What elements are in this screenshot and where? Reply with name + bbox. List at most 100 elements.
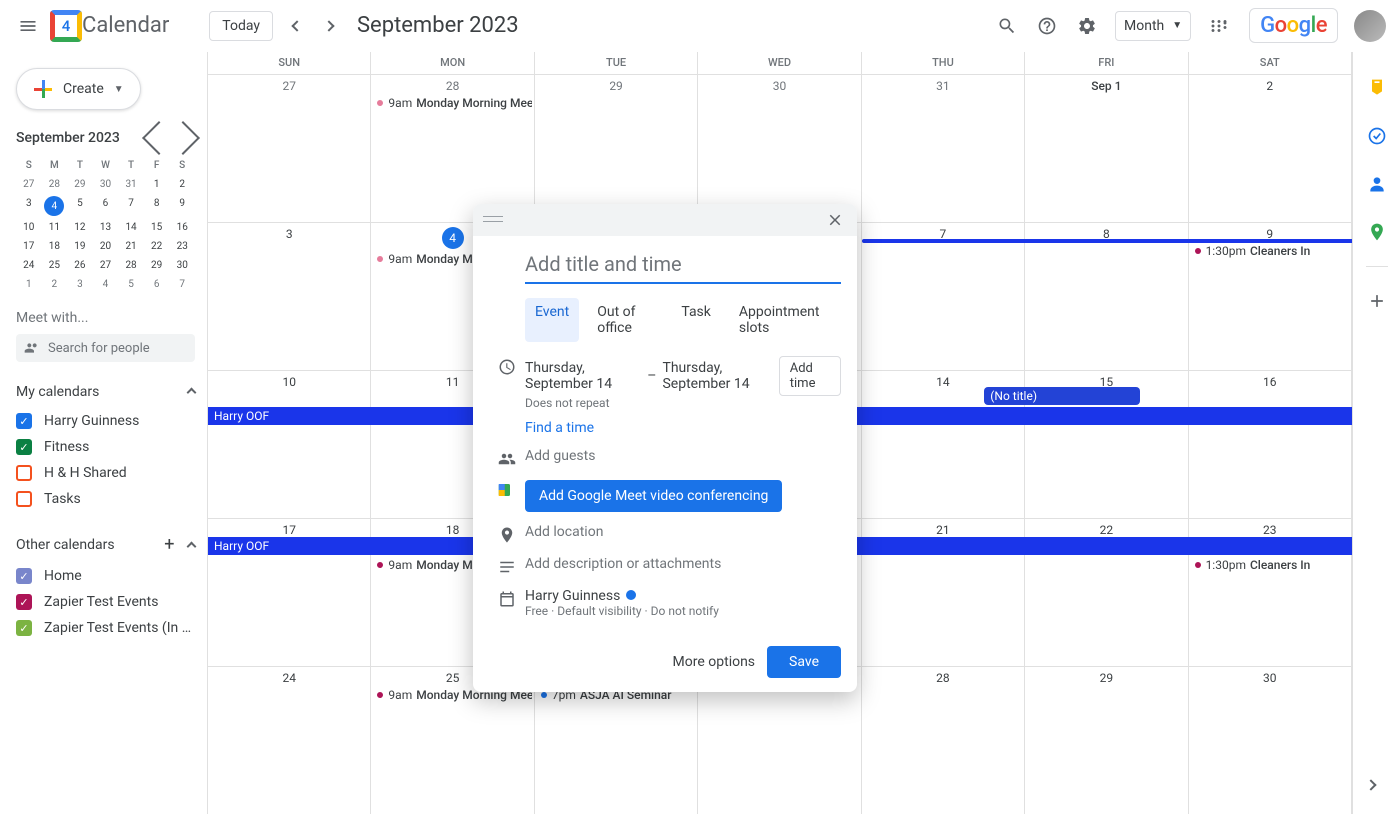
- google-logo[interactable]: Google: [1249, 8, 1338, 43]
- add-calendar-button[interactable]: +: [164, 534, 174, 555]
- day-cell[interactable]: 7: [862, 223, 1025, 370]
- close-icon[interactable]: [821, 206, 849, 234]
- mini-day[interactable]: 14: [118, 218, 144, 237]
- mini-day[interactable]: 13: [93, 218, 119, 237]
- calendar-checkbox[interactable]: ✓: [16, 439, 32, 455]
- event-chip[interactable]: 1:30pmCleaners In: [1191, 243, 1349, 259]
- add-meet-button[interactable]: Add Google Meet video conferencing: [525, 480, 782, 512]
- view-selector[interactable]: Month ▼: [1115, 11, 1191, 41]
- calendar-checkbox[interactable]: ✓: [16, 413, 32, 429]
- mini-day[interactable]: 27: [93, 256, 119, 275]
- day-cell[interactable]: 10: [208, 371, 371, 518]
- app-logo[interactable]: 4 Calendar: [50, 10, 169, 42]
- event-type-tab[interactable]: Event: [525, 298, 579, 342]
- tasks-icon[interactable]: [1367, 126, 1387, 146]
- event-visibility[interactable]: Free · Default visibility · Do not notif…: [525, 604, 841, 618]
- mini-day[interactable]: 11: [42, 218, 68, 237]
- mini-day[interactable]: 21: [118, 237, 144, 256]
- add-location-field[interactable]: Add location: [525, 524, 841, 540]
- create-button[interactable]: Create ▼: [16, 68, 141, 110]
- day-cell[interactable]: 16: [1189, 371, 1352, 518]
- mini-calendar[interactable]: SMTWTFS272829303112345678910111213141516…: [16, 156, 195, 294]
- mini-day[interactable]: 16: [169, 218, 195, 237]
- day-cell[interactable]: 2: [1189, 75, 1352, 222]
- event-type-tab[interactable]: Task: [671, 298, 721, 342]
- mini-day[interactable]: 25: [42, 256, 68, 275]
- day-cell[interactable]: 27: [208, 75, 371, 222]
- day-cell[interactable]: 30: [698, 75, 861, 222]
- mini-day[interactable]: 24: [16, 256, 42, 275]
- find-time-link[interactable]: Find a time: [525, 420, 594, 436]
- calendar-item[interactable]: Tasks: [16, 486, 195, 512]
- day-cell[interactable]: 29: [1025, 667, 1188, 814]
- settings-icon[interactable]: [1067, 6, 1107, 46]
- mini-day[interactable]: 8: [144, 194, 170, 218]
- mini-day[interactable]: 30: [93, 175, 119, 194]
- mini-day[interactable]: 22: [144, 237, 170, 256]
- calendar-checkbox[interactable]: [16, 465, 32, 481]
- mini-next-button[interactable]: [171, 126, 195, 150]
- day-cell[interactable]: 31: [862, 75, 1025, 222]
- event-title-input[interactable]: [525, 246, 841, 284]
- next-month-button[interactable]: [313, 10, 345, 42]
- add-description-field[interactable]: Add description or attachments: [525, 556, 841, 572]
- mini-day[interactable]: 3: [16, 194, 42, 218]
- day-cell[interactable]: 24: [208, 667, 371, 814]
- mini-day[interactable]: 2: [169, 175, 195, 194]
- mini-day[interactable]: 31: [118, 175, 144, 194]
- search-people-input[interactable]: Search for people: [16, 334, 195, 362]
- calendar-item[interactable]: ✓Harry Guinness: [16, 408, 195, 434]
- mini-day[interactable]: 20: [93, 237, 119, 256]
- mini-day[interactable]: 27: [16, 175, 42, 194]
- multiday-event[interactable]: (No title): [984, 387, 1139, 405]
- calendar-checkbox[interactable]: ✓: [16, 620, 32, 636]
- maps-icon[interactable]: [1367, 222, 1387, 242]
- prev-month-button[interactable]: [281, 10, 313, 42]
- menu-icon[interactable]: [8, 6, 48, 46]
- event-chip[interactable]: 1:30pmCleaners In: [1191, 557, 1349, 573]
- mini-day[interactable]: 6: [93, 194, 119, 218]
- mini-day[interactable]: 3: [67, 275, 93, 294]
- mini-day[interactable]: 29: [144, 256, 170, 275]
- mini-day[interactable]: 29: [67, 175, 93, 194]
- mini-day[interactable]: 7: [118, 194, 144, 218]
- day-cell[interactable]: 30: [1189, 667, 1352, 814]
- account-avatar[interactable]: [1354, 10, 1386, 42]
- day-cell[interactable]: Sep 1: [1025, 75, 1188, 222]
- day-cell[interactable]: 3: [208, 223, 371, 370]
- mini-day[interactable]: 28: [118, 256, 144, 275]
- calendar-item[interactable]: H & H Shared: [16, 460, 195, 486]
- mini-day[interactable]: 30: [169, 256, 195, 275]
- event-type-tab[interactable]: Appointment slots: [729, 298, 833, 342]
- calendar-item[interactable]: ✓Fitness: [16, 434, 195, 460]
- mini-day[interactable]: 5: [67, 194, 93, 218]
- help-icon[interactable]: [1027, 6, 1067, 46]
- add-guests-field[interactable]: Add guests: [525, 448, 841, 464]
- mini-day[interactable]: 19: [67, 237, 93, 256]
- calendar-item[interactable]: ✓Zapier Test Events (In Pur...: [16, 615, 195, 641]
- save-button[interactable]: Save: [767, 646, 841, 678]
- mini-day[interactable]: 2: [42, 275, 68, 294]
- collapse-panel-button[interactable]: [1367, 774, 1387, 794]
- mini-day[interactable]: 18: [42, 237, 68, 256]
- today-button[interactable]: Today: [209, 11, 273, 41]
- mini-day[interactable]: 28: [42, 175, 68, 194]
- mini-day[interactable]: 4: [93, 275, 119, 294]
- mini-day[interactable]: 1: [144, 175, 170, 194]
- mini-day[interactable]: 26: [67, 256, 93, 275]
- add-time-button[interactable]: Add time: [779, 356, 841, 396]
- start-date[interactable]: Thursday, September 14: [525, 360, 641, 392]
- mini-day[interactable]: 5: [118, 275, 144, 294]
- mini-day[interactable]: 23: [169, 237, 195, 256]
- calendar-item[interactable]: ✓Zapier Test Events: [16, 589, 195, 615]
- mini-day[interactable]: 15: [144, 218, 170, 237]
- multiday-event[interactable]: [862, 239, 1352, 243]
- add-addon-button[interactable]: [1367, 291, 1387, 311]
- mini-day[interactable]: 10: [16, 218, 42, 237]
- mini-day[interactable]: 6: [144, 275, 170, 294]
- search-icon[interactable]: [987, 6, 1027, 46]
- calendar-checkbox[interactable]: [16, 491, 32, 507]
- calendar-checkbox[interactable]: ✓: [16, 568, 32, 584]
- event-owner[interactable]: Harry Guinness: [525, 588, 620, 604]
- my-calendars-header[interactable]: My calendars: [16, 384, 195, 400]
